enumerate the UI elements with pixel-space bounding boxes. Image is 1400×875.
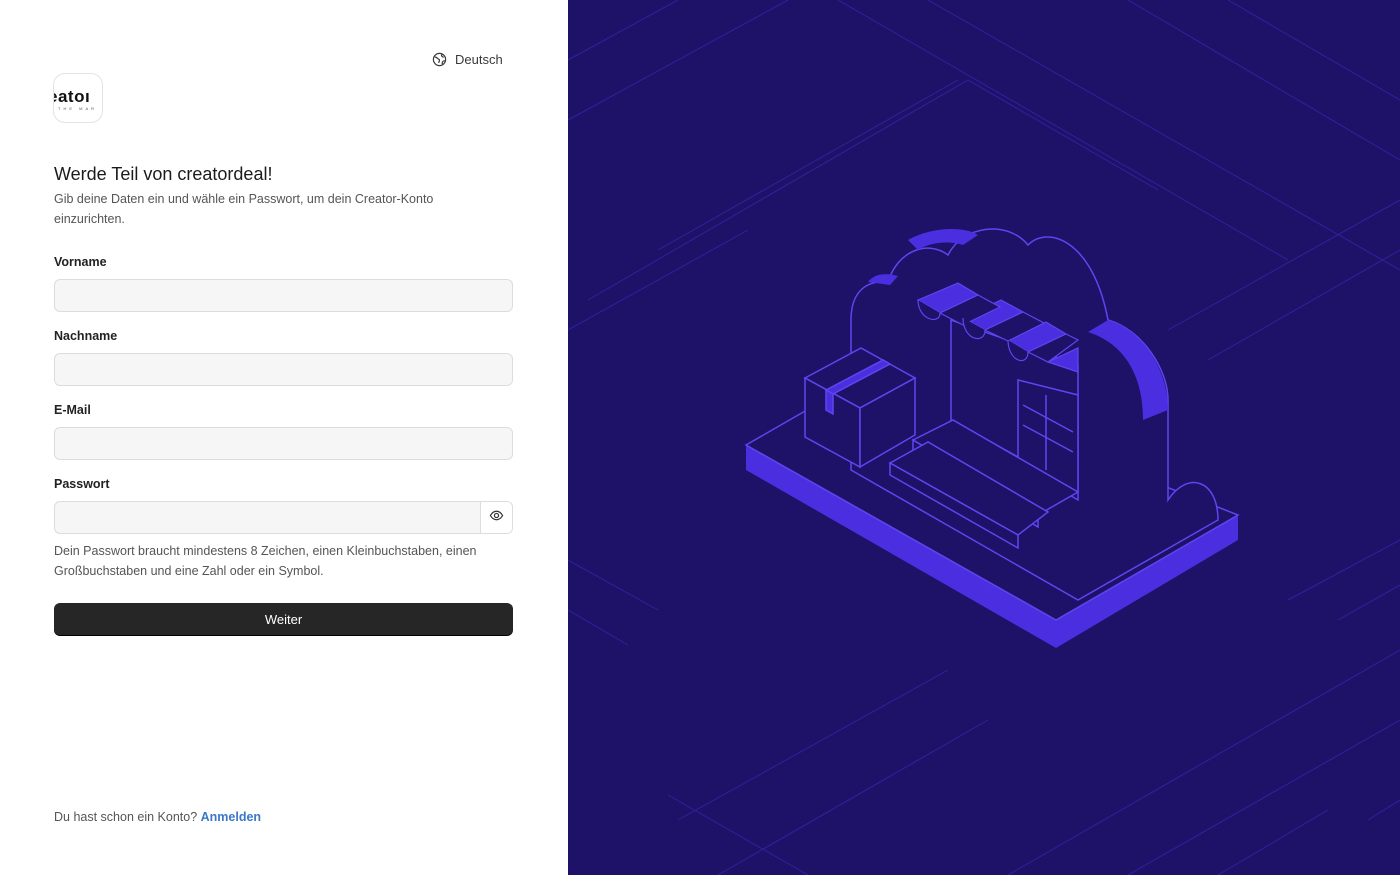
illustration-panel [568,0,1400,875]
password-hint: Dein Passwort braucht mindestens 8 Zeich… [54,544,477,578]
last-name-label: Nachname [54,329,118,343]
login-prompt: Du hast schon ein Konto? Anmelden [54,810,261,824]
logo-tagline: THE MAR [58,106,97,111]
language-label: Deutsch [455,52,503,67]
first-name-input[interactable] [54,279,513,312]
signup-panel: Deutsch eatoı THE MAR Werde Teil von cre… [0,0,568,875]
language-switcher[interactable]: Deutsch [432,52,503,67]
last-name-input[interactable] [54,353,513,386]
password-input[interactable] [55,502,480,533]
signup-page: Deutsch eatoı THE MAR Werde Teil von cre… [0,0,1400,875]
email-label: E-Mail [54,403,91,417]
page-subtitle: Gib deine Daten ein und wähle ein Passwo… [54,192,434,226]
login-link[interactable]: Anmelden [201,810,261,824]
continue-button[interactable]: Weiter [54,603,513,635]
page-title: Werde Teil von creatordeal! [54,164,273,184]
logo-wordmark: eatoı [54,87,91,106]
eye-icon [489,508,504,528]
login-prompt-text: Du hast schon ein Konto? [54,810,198,824]
password-label: Passwort [54,477,110,491]
password-field [54,501,513,534]
email-input[interactable] [54,427,513,460]
store-cloud-illustration [568,0,1400,875]
brand-logo: eatoı THE MAR [53,73,103,123]
globe-icon [432,52,447,67]
first-name-label: Vorname [54,255,107,269]
toggle-password-button[interactable] [480,502,512,533]
